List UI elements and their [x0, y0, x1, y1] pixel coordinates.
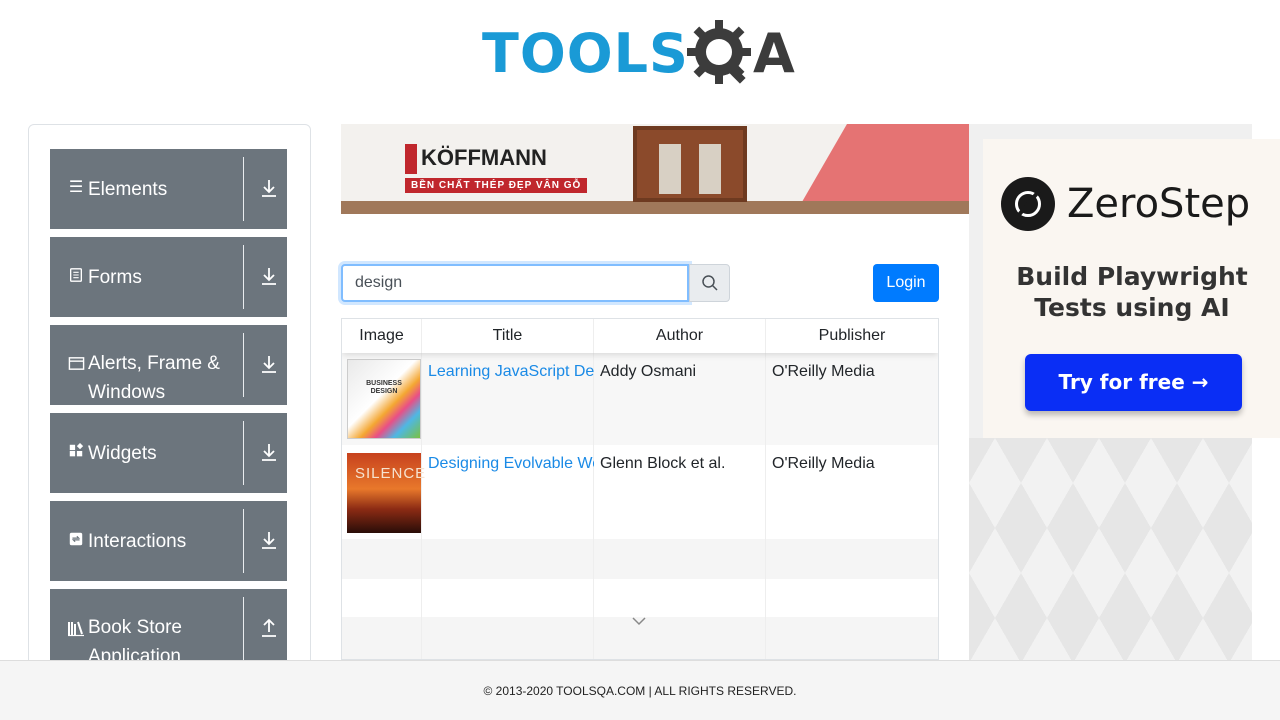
book-title-link[interactable]: Designing Evolvable Web APIs with ASP.NE… [428, 455, 594, 472]
empty-cell [422, 617, 594, 659]
ad-background-pattern [969, 438, 1252, 660]
empty-cell [342, 579, 422, 617]
banner-tagline: BỀN CHẤT THÉP ĐẸP VÂN GỖ [405, 178, 588, 193]
book-cover-image: BUSINESS DESIGN [347, 359, 421, 439]
site-header: TOOLS A [0, 0, 1280, 100]
publisher-cell: O'Reilly Media [766, 445, 938, 539]
empty-cell [594, 617, 766, 659]
left-panel: ☰ Elements Forms Alerts, Frame & Windows… [28, 124, 311, 684]
toolsqa-logo[interactable]: TOOLS A [482, 14, 796, 94]
sidebar-group-label: Widgets [88, 443, 157, 464]
divider [243, 245, 244, 309]
sidebar-group-book-store-application[interactable]: Book Store Application [50, 589, 287, 669]
interactions-icon [67, 531, 85, 549]
table-header: Image Title Author Publisher [342, 319, 938, 353]
download-arrow-icon [262, 268, 276, 285]
image-cell: BUSINESS DESIGN [342, 353, 422, 445]
title-cell: Learning JavaScript Design Patterns [422, 353, 594, 445]
sidebar-group-interactions[interactable]: Interactions [50, 501, 287, 581]
chevron-down-icon[interactable] [630, 612, 648, 630]
sidebar-group-widgets[interactable]: Widgets [50, 413, 287, 493]
site-footer: © 2013-2020 TOOLSQA.COM | ALL RIGHTS RES… [0, 660, 1280, 720]
column-header-image[interactable]: Image [342, 319, 422, 353]
banner-floor [341, 201, 969, 214]
logo-tools-text: TOOLS [482, 22, 689, 85]
sidebar-group-label: Interactions [88, 531, 187, 552]
empty-cell [342, 617, 422, 659]
zerostep-tagline: Build Playwright Tests using AI [1016, 262, 1248, 322]
empty-cell [594, 539, 766, 579]
try-for-free-button[interactable]: Try for free → [1025, 354, 1242, 411]
author-cell: Addy Osmani [594, 353, 766, 445]
divider [243, 157, 244, 221]
search-input[interactable] [341, 264, 689, 302]
document-icon [67, 267, 85, 285]
download-arrow-icon [262, 356, 276, 373]
banner-brand: KÖFFMANN [405, 144, 547, 174]
download-arrow-icon [262, 532, 276, 549]
koffmann-banner-ad[interactable]: KÖFFMANN BỀN CHẤT THÉP ĐẸP VÂN GỖ [341, 124, 969, 214]
window-icon [67, 355, 85, 373]
book-publisher: O'Reilly Media [772, 363, 875, 380]
book-title-link[interactable]: Learning JavaScript Design Patterns [428, 363, 594, 380]
empty-cell [422, 579, 594, 617]
table-row-empty [342, 539, 938, 579]
empty-cell [422, 539, 594, 579]
hamburger-icon: ☰ [68, 179, 84, 196]
empty-cell [342, 539, 422, 579]
divider [243, 333, 244, 397]
widgets-icon [67, 442, 85, 461]
download-arrow-icon [262, 180, 276, 197]
empty-cell [594, 579, 766, 617]
zerostep-ad[interactable]: ZeroStep Build Playwright Tests using AI… [983, 139, 1280, 438]
zerostep-name: ZeroStep [1067, 181, 1251, 227]
title-cell: Designing Evolvable Web APIs with ASP.NE… [422, 445, 594, 539]
banner-brand-text: KÖFFMANN [421, 144, 547, 170]
gear-magnifier-icon [686, 20, 751, 84]
book-cover-image: SILENCE [347, 453, 425, 533]
author-cell: Glenn Block et al. [594, 445, 766, 539]
search-button[interactable] [689, 264, 730, 302]
divider [243, 421, 244, 485]
zerostep-logo-icon [1001, 177, 1055, 231]
table-row: BUSINESS DESIGN Learning JavaScript Desi… [342, 353, 938, 445]
door-image [633, 126, 747, 202]
sidebar-group-alerts-frame-windows[interactable]: Alerts, Frame & Windows [50, 325, 287, 405]
books-table: BUSINESS DESIGN Learning JavaScript Desi… [341, 318, 939, 660]
footer-copyright: © 2013-2020 TOOLSQA.COM | ALL RIGHTS RES… [483, 684, 797, 698]
door-logo-icon [405, 144, 417, 174]
book-author: Addy Osmani [600, 363, 697, 380]
download-arrow-icon [262, 444, 276, 461]
divider [243, 509, 244, 573]
column-header-publisher[interactable]: Publisher [766, 319, 938, 353]
table-row: SILENCE Designing Evolvable Web APIs wit… [342, 445, 938, 539]
upload-arrow-icon [262, 618, 276, 637]
sidebar-group-label: Elements [88, 179, 168, 200]
books-icon [67, 619, 85, 637]
logo-qa-text: A [752, 22, 796, 85]
sidebar-group-label: Forms [88, 267, 142, 288]
sidebar-group-forms[interactable]: Forms [50, 237, 287, 317]
sidebar-group-label: Alerts, Frame & Windows [88, 353, 220, 403]
book-author: Glenn Block et al. [600, 455, 726, 472]
column-header-author[interactable]: Author [594, 319, 766, 353]
publisher-cell: O'Reilly Media [766, 353, 938, 445]
column-header-title[interactable]: Title [422, 319, 594, 353]
image-cell: SILENCE [342, 445, 425, 539]
search-icon [701, 275, 718, 291]
sidebar-group-elements[interactable]: ☰ Elements [50, 149, 287, 229]
book-publisher: O'Reilly Media [772, 455, 875, 472]
divider [243, 597, 244, 661]
login-button[interactable]: Login [873, 264, 939, 302]
